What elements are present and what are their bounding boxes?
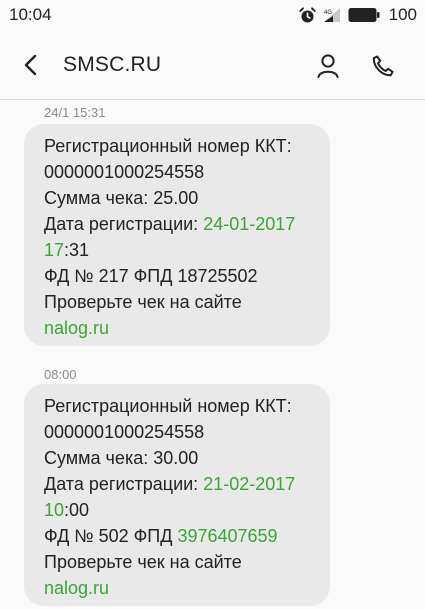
message-bubble[interactable]: Регистрационный номер ККТ: 0000001000254…: [24, 384, 330, 606]
message-line: Дата регистрации: 21-02-2017: [44, 471, 316, 497]
message-line: ФД № 502 ФПД 3976407659: [44, 523, 316, 549]
phone-icon: [372, 55, 394, 77]
signal-icon: 4G: [323, 7, 341, 23]
fpd-number-link[interactable]: 3976407659: [177, 526, 277, 546]
date-link[interactable]: 21-02-2017: [203, 474, 295, 494]
contact-icon: [317, 54, 339, 78]
time-rest: :31: [64, 240, 90, 260]
message-line: Сумма чека: 25.00: [44, 188, 199, 208]
time-link[interactable]: 17: [44, 240, 64, 260]
call-button[interactable]: [367, 50, 399, 82]
message-bubble[interactable]: Регистрационный номер ККТ: 0000001000254…: [24, 124, 330, 346]
fd-text: ФД № 217 ФПД: [44, 266, 178, 286]
message-line: 17:31: [44, 237, 316, 263]
fd-text: ФД № 502 ФПД: [44, 526, 178, 546]
back-button[interactable]: [16, 50, 46, 80]
message-line: ФД № 217 ФПД 18725502: [44, 263, 316, 289]
time-link[interactable]: 10: [44, 500, 64, 520]
conversation-header: SMSC.RU: [0, 30, 425, 100]
message-timestamp: 08:00: [44, 367, 77, 382]
message-line: Регистрационный номер ККТ:: [44, 396, 292, 416]
website-link[interactable]: nalog.ru: [44, 575, 316, 601]
time-rest: :00: [64, 500, 90, 520]
message-line: Регистрационный номер ККТ:: [44, 136, 292, 156]
fpd-number: 18725502: [177, 266, 258, 286]
conversation-title: SMSC.RU: [63, 53, 162, 76]
battery-icon: [348, 7, 380, 23]
message-line: 0000001000254558: [44, 422, 205, 442]
svg-text:4G: 4G: [324, 10, 332, 16]
message-line: 10:00: [44, 497, 316, 523]
back-arrow-icon: [24, 54, 37, 76]
date-label: Дата регистрации:: [44, 214, 204, 234]
message-line: Дата регистрации: 24-01-2017: [44, 211, 316, 237]
website-link[interactable]: nalog.ru: [44, 315, 316, 341]
status-bar: 10:04 4G 100: [0, 0, 425, 30]
message-line: Проверьте чек на сайте: [44, 552, 242, 572]
message-line: 0000001000254558: [44, 162, 205, 182]
message-timestamp: 24/1 15:31: [44, 105, 106, 120]
date-link[interactable]: 24-01-2017: [203, 214, 295, 234]
message-line: Сумма чека: 30.00: [44, 448, 199, 468]
status-time: 10:04: [9, 5, 52, 24]
battery-level: 100: [388, 5, 417, 24]
message-line: Проверьте чек на сайте: [44, 292, 242, 312]
alarm-icon: [298, 6, 316, 24]
contact-button[interactable]: [312, 50, 344, 82]
status-icons: 4G 100: [298, 5, 417, 25]
date-label: Дата регистрации:: [44, 474, 204, 494]
